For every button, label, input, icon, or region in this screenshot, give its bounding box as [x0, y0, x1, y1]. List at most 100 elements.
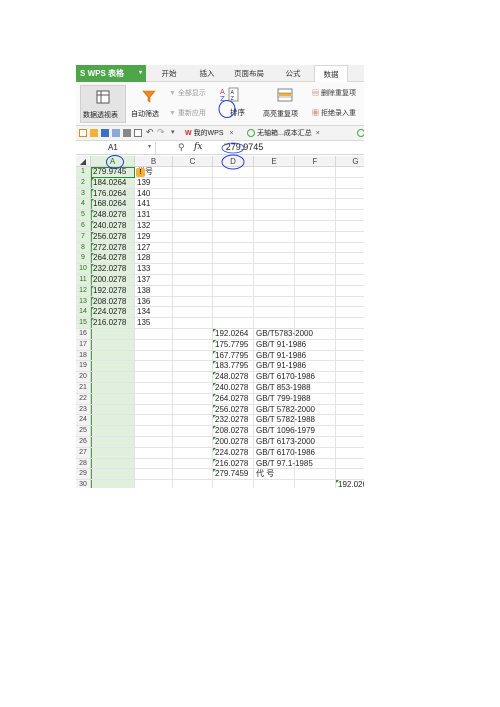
cell-b[interactable]: 137	[135, 275, 173, 286]
cell-a[interactable]: 200.0278	[91, 275, 135, 286]
row-header[interactable]: 9	[76, 253, 91, 265]
formula-input[interactable]: '279.9745	[224, 142, 263, 152]
row-header[interactable]: 16	[76, 329, 91, 340]
highlight-duplicates-button[interactable]: 高亮重复项	[262, 85, 308, 123]
cell-a[interactable]: 224.0278	[91, 307, 135, 318]
row-header[interactable]: 11	[76, 275, 91, 286]
cell-d[interactable]: 232.0278	[213, 415, 254, 426]
cell-a[interactable]: 184.0264	[91, 177, 135, 189]
zoom-search-icon[interactable]: ⚲	[178, 142, 185, 153]
cell-d[interactable]: 175.7795	[213, 339, 254, 351]
cell-g[interactable]: 192.026	[336, 480, 364, 488]
cell-d[interactable]: 224.0278	[213, 447, 254, 459]
row-header[interactable]: 15	[76, 318, 91, 329]
cell-e[interactable]: GB/T 799-1988	[254, 394, 311, 405]
cell-a[interactable]: 232.0278	[91, 264, 135, 275]
sort-button[interactable]: A Z A Z 排序	[218, 85, 254, 123]
row-header[interactable]: 6	[76, 221, 91, 232]
reject-duplicates-button[interactable]: ▦ 拒绝录入重	[312, 108, 356, 118]
cell-d[interactable]: 192.0264	[213, 329, 254, 340]
cell-d[interactable]: 264.0278	[213, 393, 254, 405]
row-header[interactable]: 17	[76, 339, 91, 351]
select-all-corner[interactable]: ◢	[76, 156, 91, 167]
cell-e[interactable]: GB/T 97.1-1985	[254, 459, 313, 470]
cell-e[interactable]: GB/T 91-1986	[254, 361, 306, 372]
tab-insert[interactable]: 插入	[194, 65, 220, 82]
row-header[interactable]: 28	[76, 458, 91, 470]
cell-b[interactable]: 134	[135, 307, 173, 318]
cell-a[interactable]: 216.0278	[91, 318, 135, 329]
cell-a[interactable]: 192.0278	[91, 285, 135, 297]
cell-a[interactable]: 168.0264	[91, 199, 135, 210]
cell-d[interactable]: 279.7459	[213, 469, 254, 480]
close-icon[interactable]: ×	[316, 130, 320, 137]
row-header[interactable]: 1	[76, 167, 91, 178]
cell-b[interactable]: 139	[135, 178, 173, 189]
undo-icon[interactable]: ↶	[146, 127, 154, 138]
cell-d[interactable]: 216.0278	[213, 458, 254, 470]
cell-e[interactable]: GB/T 5782-1988	[254, 415, 315, 426]
cell-e[interactable]: GB/T 1096-1979	[254, 426, 315, 437]
column-header-e[interactable]: E	[254, 156, 295, 167]
pivot-table-button[interactable]: 数据透视表	[80, 85, 126, 123]
column-header-b[interactable]: B	[135, 156, 173, 167]
autofilter-button[interactable]: 自动筛选	[130, 85, 168, 123]
cell-d[interactable]: 240.0278	[213, 383, 254, 394]
app-menu-button[interactable]: S WPS 表格 ▾	[76, 65, 146, 82]
row-header[interactable]: 21	[76, 383, 91, 394]
cell-e[interactable]: GB/T 91-1986	[254, 351, 306, 362]
cell-a[interactable]: 279.9745	[91, 167, 135, 178]
row-header[interactable]: 30	[76, 480, 91, 488]
row-header[interactable]: 19	[76, 361, 91, 373]
cell-b[interactable]: 133	[135, 264, 173, 275]
column-header-a[interactable]: A	[91, 156, 135, 167]
sheet-doc-icon[interactable]	[357, 129, 364, 137]
row-header[interactable]: 25	[76, 426, 91, 437]
cell-e[interactable]: GB/T 6170-1986	[254, 372, 315, 383]
export-icon[interactable]	[112, 129, 120, 137]
tab-data[interactable]: 数据	[314, 65, 348, 83]
cell-b[interactable]: 129	[135, 232, 173, 243]
row-header[interactable]: 26	[76, 437, 91, 448]
row-header[interactable]: 13	[76, 296, 91, 308]
spreadsheet-grid[interactable]: ◢ A B C D E F G 1 2 3 4 5 6 7 8 9 10 11 12 13 14 15 16 17 18 19 20…	[76, 156, 364, 488]
row-header[interactable]: 14	[76, 307, 91, 319]
cell-e[interactable]: GB/T 853-1988	[254, 383, 311, 394]
tab-my-wps[interactable]: W 我的WPS ×	[182, 127, 237, 140]
row-header[interactable]: 7	[76, 231, 91, 243]
tab-page-layout[interactable]: 页面布局	[230, 65, 268, 82]
cell-b[interactable]: 135	[135, 318, 173, 329]
redo-icon[interactable]: ↷	[157, 127, 165, 138]
cell-d[interactable]: 200.0278	[213, 437, 254, 448]
cell-a[interactable]: 176.0264	[91, 188, 135, 200]
cell-b[interactable]: 140	[135, 189, 173, 200]
row-header[interactable]: 8	[76, 242, 91, 254]
column-header-d[interactable]: D	[213, 156, 254, 167]
row-header[interactable]: 23	[76, 404, 91, 416]
cell-b[interactable]: 141	[135, 199, 173, 210]
cell-b[interactable]: 127	[135, 243, 173, 254]
cell-d[interactable]: 256.0278	[213, 404, 254, 416]
cell-b[interactable]: 128	[135, 253, 173, 264]
row-header[interactable]: 4	[76, 199, 91, 211]
row-header[interactable]: 27	[76, 447, 91, 459]
close-icon[interactable]: ×	[229, 130, 233, 137]
print-icon[interactable]	[123, 129, 131, 137]
function-icon[interactable]: fx	[194, 142, 202, 152]
row-header[interactable]: 2	[76, 177, 91, 189]
warning-icon[interactable]: !	[136, 168, 145, 177]
cell-b[interactable]: 131	[135, 210, 173, 221]
cell-b[interactable]: 138	[135, 286, 173, 297]
cell-a[interactable]: 208.0278	[91, 296, 135, 308]
column-header-g[interactable]: G	[336, 156, 364, 167]
column-header-f[interactable]: F	[295, 156, 336, 167]
row-header[interactable]: 18	[76, 350, 91, 362]
tab-home[interactable]: 开始	[156, 65, 182, 82]
row-header[interactable]: 29	[76, 469, 91, 481]
column-header-c[interactable]: C	[173, 156, 213, 167]
row-header[interactable]: 24	[76, 415, 91, 427]
tab-document[interactable]: 无轴箱...成本汇总 ×	[244, 127, 323, 140]
name-box[interactable]: A1 ▾	[76, 142, 156, 154]
customize-menu-icon[interactable]: ▾	[171, 128, 175, 136]
remove-duplicates-button[interactable]: ▤ 删除重复项	[312, 88, 356, 98]
